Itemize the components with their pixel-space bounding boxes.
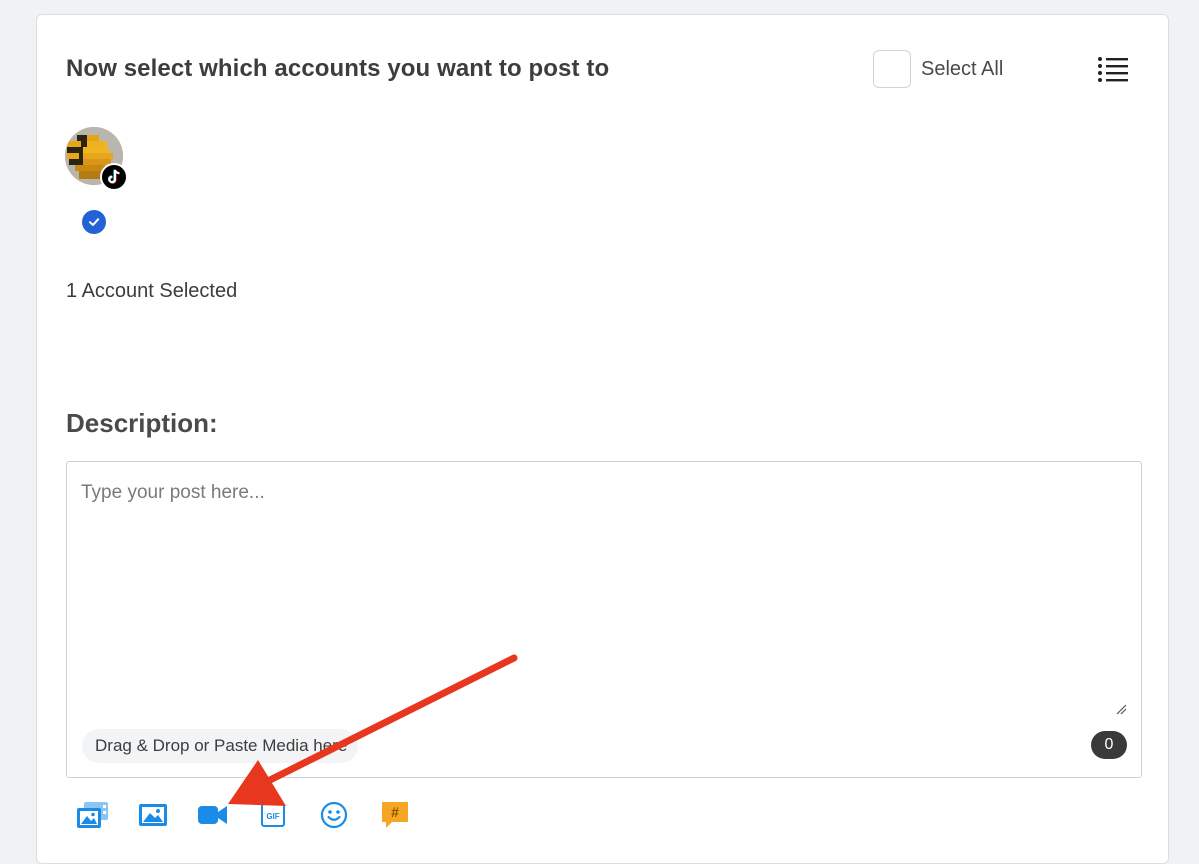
gif-icon[interactable]: GIF <box>255 797 291 833</box>
post-composer-card: Now select which accounts you want to po… <box>36 14 1169 864</box>
post-placeholder: Type your post here... <box>81 482 265 503</box>
list-icon[interactable] <box>1097 55 1129 83</box>
description-label: Description: <box>66 408 218 438</box>
checkmark-icon <box>82 210 106 234</box>
video-camera-icon[interactable] <box>195 797 231 833</box>
image-icon[interactable] <box>135 797 171 833</box>
page-title: Now select which accounts you want to po… <box>66 55 610 82</box>
media-drop-zone[interactable]: Drag & Drop or Paste Media here <box>82 729 358 763</box>
svg-text:GIF: GIF <box>266 812 279 821</box>
emoji-icon[interactable] <box>316 797 352 833</box>
select-all-checkbox[interactable] <box>873 50 911 88</box>
select-all-control[interactable]: Select All <box>873 49 1003 89</box>
resize-handle-icon[interactable] <box>1115 703 1127 715</box>
select-all-label: Select All <box>921 57 1004 80</box>
svg-text:#: # <box>391 804 399 820</box>
account-tile[interactable] <box>65 127 131 234</box>
character-counter: 0 <box>1091 731 1127 759</box>
drop-hint: Drag & Drop or Paste Media here <box>95 736 348 755</box>
post-textarea[interactable]: Type your post here... Drag & Drop or Pa… <box>66 461 1142 778</box>
selection-summary: 1 Account Selected <box>66 280 238 302</box>
media-library-icon[interactable] <box>75 797 111 833</box>
hashtag-icon[interactable]: # <box>377 797 413 833</box>
tiktok-icon <box>100 163 128 191</box>
